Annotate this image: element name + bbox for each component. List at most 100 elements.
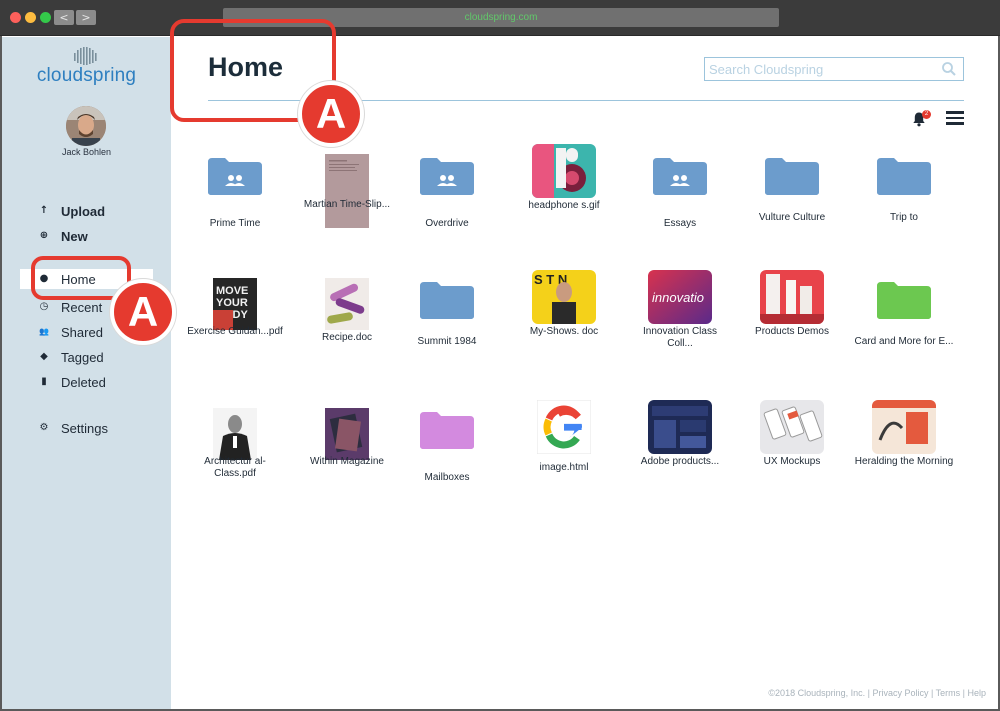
callout-marker: A xyxy=(110,279,176,345)
svg-text:innovatio: innovatio xyxy=(652,290,704,305)
sidebar-item-settings[interactable]: ⚙ Settings xyxy=(2,418,171,438)
file-tile[interactable]: Martian Time-Slip... xyxy=(297,144,397,264)
tag-icon: ◆ xyxy=(40,351,48,362)
clock-icon: ◷ xyxy=(39,301,49,312)
file-tile[interactable]: Mailboxes xyxy=(397,398,497,518)
file-tile[interactable]: Architectur al-Class.pdf xyxy=(185,398,285,518)
file-name: Within Magazine xyxy=(310,456,384,467)
sidebar-item-label: Shared xyxy=(61,325,103,340)
shared-folder-icon xyxy=(207,156,263,196)
plus-circle-icon: ⊕ xyxy=(39,230,49,241)
file-tile[interactable]: image.html xyxy=(514,398,614,518)
folder-icon xyxy=(419,280,475,320)
svg-text:MOVE: MOVE xyxy=(216,285,248,297)
file-tile[interactable]: S T N My-Shows. doc xyxy=(514,268,614,388)
sidebar-item-new[interactable]: ⊕ New xyxy=(2,226,171,246)
sidebar-item-label: Upload xyxy=(61,204,106,219)
folder-icon xyxy=(419,410,475,450)
file-name: Products Demos xyxy=(755,326,829,337)
file-name: Architectur al-Class.pdf xyxy=(204,456,266,479)
file-name: Exercise Guidan...pdf xyxy=(187,326,283,337)
file-name: Innovation Class Coll... xyxy=(643,326,717,349)
file-tile[interactable]: Overdrive xyxy=(397,144,497,264)
user-photo-icon xyxy=(66,106,106,146)
file-thumbnail xyxy=(213,408,257,460)
file-name: Vulture Culture xyxy=(758,212,826,223)
sidebar-item-label: Tagged xyxy=(61,350,104,365)
file-name: Essays xyxy=(663,218,697,229)
file-name: Mailboxes xyxy=(424,472,470,483)
file-tile[interactable]: UX Mockups xyxy=(742,398,842,518)
file-thumbnail: S T N xyxy=(532,270,596,324)
footer-links[interactable]: ©2018 Cloudspring, Inc. | Privacy Policy… xyxy=(768,688,986,698)
file-thumbnail: innovatio xyxy=(648,270,712,324)
file-thumbnail xyxy=(648,400,712,454)
file-name: My-Shows. doc xyxy=(529,326,599,337)
file-name: Summit 1984 xyxy=(417,336,477,347)
file-tile[interactable]: Essays xyxy=(630,144,730,264)
file-thumbnail xyxy=(325,278,369,330)
file-name: Trip to xyxy=(890,212,918,223)
file-tile[interactable]: Card and More for E... xyxy=(854,268,954,388)
file-thumbnail xyxy=(325,154,369,228)
file-tile[interactable]: Trip to xyxy=(854,144,954,264)
file-tile[interactable]: Heralding the Morning xyxy=(854,398,954,518)
google-logo-icon xyxy=(537,400,591,454)
close-window-button[interactable] xyxy=(10,12,21,23)
file-thumbnail xyxy=(760,400,824,454)
file-name: Heralding the Morning xyxy=(854,456,954,467)
shared-folder-icon xyxy=(419,156,475,196)
brand-name[interactable]: cloudspring xyxy=(2,65,171,87)
forward-button[interactable]: > xyxy=(76,10,96,25)
file-tile[interactable]: Within Magazine xyxy=(297,398,397,518)
file-tile[interactable]: Adobe products... xyxy=(630,398,730,518)
sidebar-item-label: Deleted xyxy=(61,375,106,390)
search-box[interactable] xyxy=(704,57,964,81)
folder-icon xyxy=(876,156,932,196)
file-tile[interactable]: Vulture Culture xyxy=(742,144,842,264)
sidebar-item-label: New xyxy=(61,229,88,244)
file-tile[interactable]: innovatio Innovation Class Coll... xyxy=(630,268,730,388)
file-tile[interactable]: Summit 1984 xyxy=(397,268,497,388)
arrow-up-icon: ↑ xyxy=(39,205,49,216)
file-thumbnail xyxy=(532,144,596,198)
folder-icon xyxy=(876,280,932,320)
search-input[interactable] xyxy=(709,60,935,78)
file-thumbnail: MOVEYOURBODY xyxy=(213,278,257,330)
gear-icon: ⚙ xyxy=(39,422,49,433)
file-name: Prime Time xyxy=(209,218,261,229)
sidebar-item-deleted[interactable]: ▮ Deleted xyxy=(2,372,171,392)
callout-marker: A xyxy=(298,81,364,147)
svg-text:YOUR: YOUR xyxy=(216,297,248,309)
file-name: Adobe products... xyxy=(640,456,720,467)
avatar[interactable] xyxy=(66,106,106,146)
search-icon[interactable] xyxy=(941,61,957,77)
file-name: Martian Time-Slip... xyxy=(303,199,391,210)
people-icon: 👥 xyxy=(39,327,49,336)
file-tile[interactable]: Prime Time xyxy=(185,144,285,264)
file-name: headphone s.gif xyxy=(528,200,600,211)
back-button[interactable]: < xyxy=(54,10,74,25)
sidebar: cloudspring Jack Bohlen ↑ Upload ⊕ New ●… xyxy=(2,37,171,709)
file-tile[interactable]: Recipe.doc xyxy=(297,268,397,388)
trash-icon: ▮ xyxy=(41,376,47,387)
maximize-window-button[interactable] xyxy=(40,12,51,23)
file-thumbnail xyxy=(872,400,936,454)
file-name: image.html xyxy=(539,462,589,473)
file-tile[interactable]: MOVEYOURBODYExercise Guidan...pdf xyxy=(185,268,285,388)
sidebar-item-label: Settings xyxy=(61,421,108,436)
file-tile[interactable]: headphone s.gif xyxy=(514,144,614,264)
file-name: Overdrive xyxy=(425,218,469,229)
sidebar-item-tagged[interactable]: ◆ Tagged xyxy=(2,347,171,367)
browser-toolbar: < > cloudspring.com xyxy=(0,0,1000,36)
file-name: Card and More for E... xyxy=(854,336,954,347)
notification-badge: 2 xyxy=(922,110,931,119)
sidebar-item-label: Recent xyxy=(61,300,103,315)
shared-folder-icon xyxy=(652,156,708,196)
user-name: Jack Bohlen xyxy=(61,147,112,157)
file-thumbnail xyxy=(325,408,369,460)
sidebar-item-upload[interactable]: ↑ Upload xyxy=(2,201,171,221)
file-tile[interactable]: Products Demos xyxy=(742,268,842,388)
minimize-window-button[interactable] xyxy=(25,12,36,23)
hamburger-menu-icon[interactable] xyxy=(946,111,964,125)
